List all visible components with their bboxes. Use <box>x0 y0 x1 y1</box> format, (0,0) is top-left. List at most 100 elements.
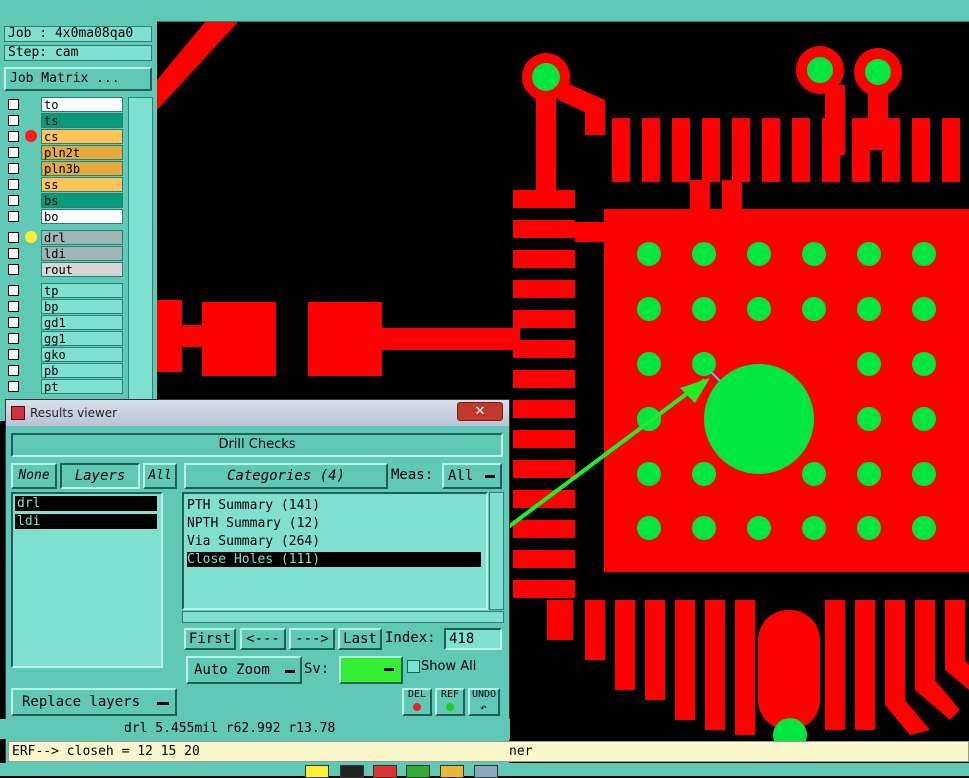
layer-checkbox[interactable] <box>8 365 19 376</box>
job-matrix-button[interactable]: Job Matrix ... <box>4 67 152 91</box>
layer-row-gg1[interactable]: gg1 <box>5 331 123 346</box>
layer-checkbox[interactable] <box>8 99 19 110</box>
show-all-checkbox[interactable] <box>407 660 420 673</box>
layer-row-bo[interactable]: bo <box>5 209 123 224</box>
layer-name: gd1 <box>41 315 123 330</box>
layer-checkbox[interactable] <box>8 211 19 222</box>
all-button[interactable]: All <box>143 463 177 489</box>
layer-checkbox[interactable] <box>8 381 19 392</box>
drill-hole <box>857 462 881 486</box>
layer-checkbox[interactable] <box>8 115 19 126</box>
dropdown-bar-icon <box>157 702 169 705</box>
layer-row-ldi[interactable]: ldi <box>5 246 123 261</box>
dropdown-bar-icon <box>384 668 394 671</box>
list-item[interactable]: ldi <box>15 514 157 529</box>
index-label: Index: <box>385 630 436 646</box>
layer-row-gd1[interactable]: gd1 <box>5 315 123 330</box>
layer-checkbox[interactable] <box>8 147 19 158</box>
layer-checkbox[interactable] <box>8 232 19 243</box>
drill-hole <box>802 516 826 540</box>
layer-row-rout[interactable]: rout <box>5 262 123 277</box>
layer-status-dot <box>25 130 37 142</box>
drill-hole <box>747 242 771 266</box>
layer-row-drl[interactable]: drl <box>5 230 123 245</box>
layer-name: rout <box>41 262 123 277</box>
layer-name: bs <box>41 193 123 208</box>
toolbar-icon[interactable] <box>474 765 498 778</box>
category-item[interactable]: NPTH Summary (12) <box>187 516 481 531</box>
sv-color-dropdown[interactable] <box>339 656 403 684</box>
layer-row-ts[interactable]: ts <box>5 113 123 128</box>
categories-button[interactable]: Categories (4) <box>184 463 388 489</box>
layer-row-pt[interactable]: pt <box>5 379 123 394</box>
drill-hole <box>857 516 881 540</box>
layer-checkbox[interactable] <box>8 285 19 296</box>
layer-checkbox[interactable] <box>8 349 19 360</box>
layer-row-to[interactable]: to <box>5 97 123 112</box>
ref-button[interactable]: REF <box>435 688 465 716</box>
drill-hole <box>637 242 661 266</box>
meas-value: All <box>448 468 474 484</box>
layer-list: to ts cs pln2t pln3b ss bs bo drl ldi rout tp bp gd1 g… <box>5 97 123 427</box>
layer-checkbox[interactable] <box>8 333 19 344</box>
layer-checkbox[interactable] <box>8 248 19 259</box>
index-input[interactable]: 418 <box>444 628 502 650</box>
category-item[interactable]: Via Summary (264) <box>187 534 481 549</box>
layer-checkbox[interactable] <box>8 163 19 174</box>
categories-scrollbar[interactable] <box>489 492 504 610</box>
layer-row-pb[interactable]: pb <box>5 363 123 378</box>
drill-hole <box>747 516 771 540</box>
layer-name: pt <box>41 379 123 394</box>
layer-checkbox[interactable] <box>8 179 19 190</box>
layer-status-dot <box>25 231 37 243</box>
layers-listbox[interactable]: drl ldi <box>11 492 163 668</box>
auto-zoom-dropdown[interactable]: Auto Zoom <box>186 656 302 684</box>
next-button[interactable]: ---> <box>289 628 335 650</box>
last-button[interactable]: Last <box>338 628 382 650</box>
categories-h-scrollbar[interactable] <box>182 611 504 623</box>
prev-button[interactable]: <--- <box>240 628 286 650</box>
delete-button[interactable]: DEL <box>402 688 432 716</box>
drill-hole <box>692 297 716 321</box>
layer-row-ss[interactable]: ss <box>5 177 123 192</box>
drill-hole <box>637 352 661 376</box>
layer-checkbox[interactable] <box>8 301 19 312</box>
layer-name: pln3b <box>41 161 123 176</box>
meas-dropdown[interactable]: All <box>442 463 502 489</box>
dropdown-bar-icon <box>485 475 495 478</box>
layer-row-bp[interactable]: bp <box>5 299 123 314</box>
undo-button[interactable]: UNDO ↶ <box>468 688 500 716</box>
layer-checkbox[interactable] <box>8 264 19 275</box>
erf-command-line[interactable]: ERF--> closeh = 12 15 20 ner <box>8 741 969 762</box>
toolbar-icon[interactable] <box>406 765 430 778</box>
layer-name: bo <box>41 209 123 224</box>
toolbar-icon[interactable] <box>340 765 364 778</box>
toolbar-icon[interactable] <box>305 765 329 778</box>
layer-row-pln3b[interactable]: pln3b <box>5 161 123 176</box>
layer-checkbox[interactable] <box>8 317 19 328</box>
layer-row-pln2t[interactable]: pln2t <box>5 145 123 160</box>
layer-row-gko[interactable]: gko <box>5 347 123 362</box>
category-item[interactable]: Close Holes (111) <box>187 552 481 567</box>
layer-checkbox[interactable] <box>8 195 19 206</box>
first-button[interactable]: First <box>184 628 236 650</box>
results-viewer-titlebar[interactable]: Results viewer ✕ <box>6 400 509 426</box>
drill-hole <box>912 407 936 431</box>
categories-listbox[interactable]: PTH Summary (141) NPTH Summary (12) Via Su… <box>182 492 488 610</box>
drill-hole <box>637 516 661 540</box>
drill-hole <box>857 297 881 321</box>
none-button[interactable]: None <box>11 463 57 489</box>
window-title: Results viewer <box>30 406 118 420</box>
list-item[interactable]: drl <box>15 496 157 511</box>
layer-row-bs[interactable]: bs <box>5 193 123 208</box>
layer-list-scrollbar[interactable] <box>128 97 153 427</box>
layer-name: gko <box>41 347 123 362</box>
close-button[interactable]: ✕ <box>457 402 503 421</box>
layer-checkbox[interactable] <box>8 131 19 142</box>
layer-row-cs[interactable]: cs <box>5 129 123 144</box>
replace-layers-dropdown[interactable]: Replace layers <box>11 688 177 716</box>
toolbar-icon[interactable] <box>373 765 397 778</box>
layer-row-tp[interactable]: tp <box>5 283 123 298</box>
category-item[interactable]: PTH Summary (141) <box>187 498 481 513</box>
toolbar-icon[interactable] <box>440 765 464 778</box>
